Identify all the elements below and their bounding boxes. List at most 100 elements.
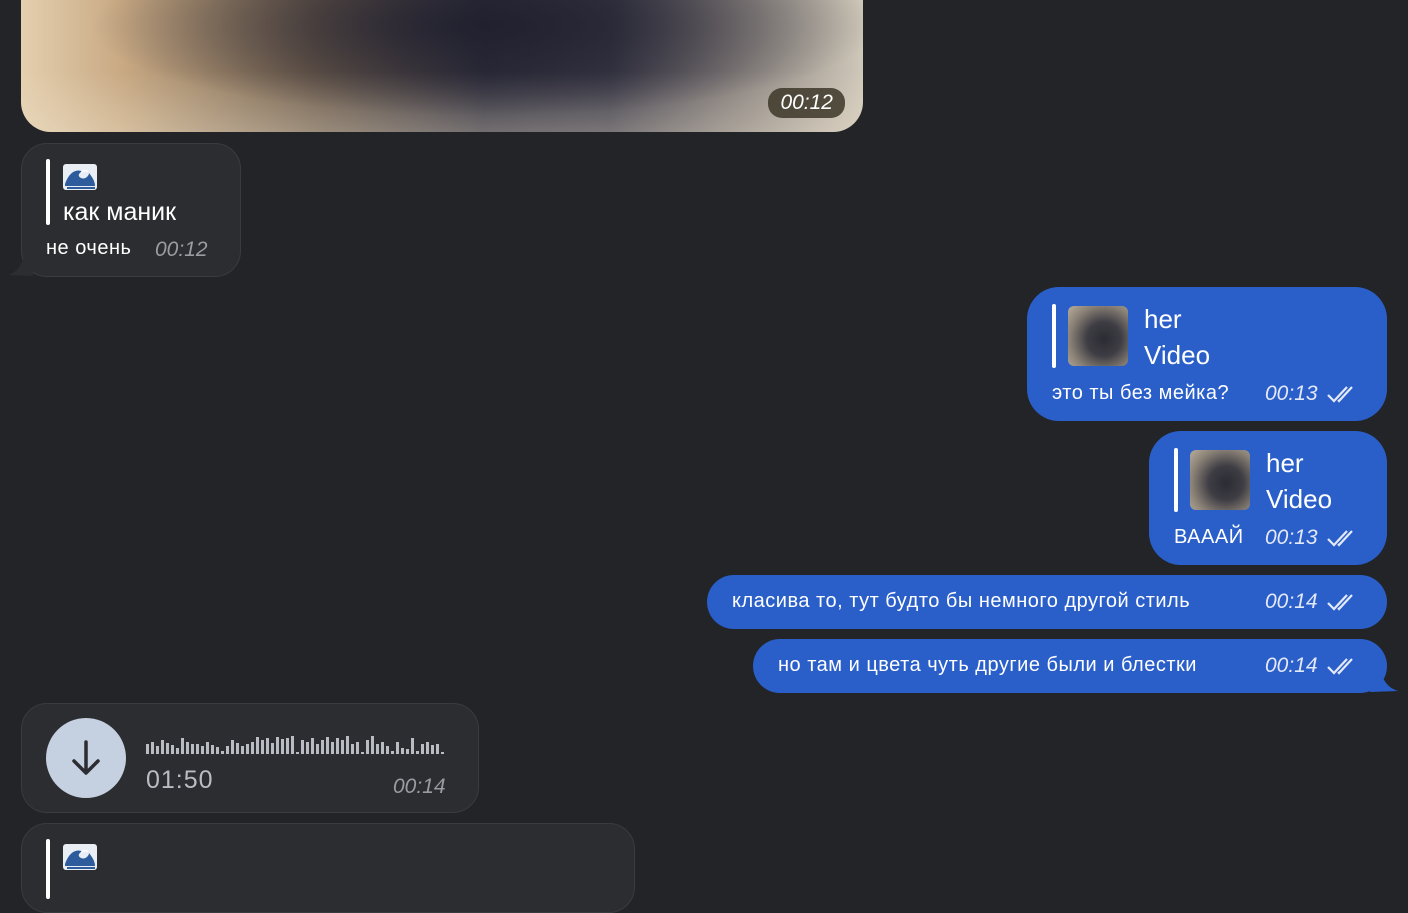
waveform-bar (361, 752, 364, 754)
waveform-bar (216, 747, 219, 754)
message-time: 00:14 (1265, 590, 1318, 613)
waveform-bar (226, 746, 229, 754)
waveform-bar (406, 749, 409, 754)
waveform-bar (421, 744, 424, 754)
waveform-bar (416, 751, 419, 754)
download-arrow-icon (72, 740, 100, 775)
double-check-icon (1327, 386, 1353, 403)
voice-message[interactable]: 01:50 00:14 (21, 703, 479, 813)
quoted-text: как маник (63, 198, 177, 226)
message-text: класива то, тут будто бы немного другой … (732, 590, 1191, 612)
waveform-bar (196, 744, 199, 754)
waveform-bar (186, 742, 189, 754)
waveform-bar (206, 742, 209, 754)
double-check-icon (1327, 594, 1353, 611)
waveform-bar (381, 742, 384, 754)
outgoing-reply-message[interactable]: her Video это ты без мейка? 00:13 (1027, 287, 1387, 421)
waveform-bar (276, 737, 279, 754)
waveform-bar (181, 738, 184, 754)
bubble-tail (9, 252, 33, 276)
waveform-bar (256, 737, 259, 754)
waveform-bar (351, 744, 354, 754)
reply-quote-bar (46, 159, 50, 225)
waveform-bar (346, 736, 349, 754)
message-text: но там и цвета чуть другие были и блестк… (778, 654, 1197, 676)
waveform-bar (356, 742, 359, 754)
wave-emoji-icon (63, 844, 97, 870)
waveform-bar (366, 740, 369, 754)
message-time: 00:14 (393, 775, 446, 798)
waveform-bar (251, 742, 254, 754)
incoming-reply-message[interactable]: как маник не очень 00:12 (21, 143, 241, 277)
outgoing-message[interactable]: но там и цвета чуть другие были и блестк… (753, 639, 1387, 693)
outgoing-reply-message[interactable]: her Video ВААAЙ 00:13 (1149, 431, 1387, 565)
message-time: 00:13 (1265, 526, 1318, 549)
message-text: ВААAЙ (1174, 526, 1244, 548)
reply-quote-bar (1174, 448, 1178, 512)
waveform-bar (341, 740, 344, 754)
quoted-type: Video (1144, 340, 1211, 370)
waveform-bar (286, 738, 289, 754)
waveform-bar (316, 744, 319, 754)
waveform-bar (156, 746, 159, 754)
video-thumbnail (1068, 306, 1128, 366)
waveform-bar (396, 742, 399, 754)
waveform-bar (336, 738, 339, 754)
reply-quote-bar (1052, 304, 1056, 368)
waveform-bar (301, 740, 304, 754)
waveform-bar (296, 752, 299, 754)
waveform-bar (176, 748, 179, 754)
quoted-author: her (1266, 448, 1304, 478)
video-thumbnail (21, 0, 863, 132)
wave-emoji-icon (63, 164, 97, 190)
waveform-bar (221, 751, 224, 754)
waveform-bar (441, 752, 444, 754)
video-thumbnail (1190, 450, 1250, 510)
waveform-bar (431, 745, 434, 754)
waveform-bar (236, 743, 239, 754)
waveform-bar (246, 744, 249, 754)
waveform-bar (271, 743, 274, 754)
waveform-bar (291, 736, 294, 754)
waveform-bar (371, 736, 374, 754)
waveform-bar (171, 745, 174, 754)
message-time: 00:12 (155, 238, 208, 261)
message-text: это ты без мейка? (1052, 382, 1230, 404)
waveform-bar (436, 744, 439, 754)
message-text: не очень (46, 237, 132, 259)
double-check-icon (1327, 658, 1353, 675)
voice-duration: 01:50 (146, 766, 214, 794)
waveform-bar (151, 742, 154, 754)
waveform-bar (321, 740, 324, 754)
message-time: 00:13 (1265, 382, 1318, 405)
double-check-icon (1327, 530, 1353, 547)
waveform-bar (261, 740, 264, 754)
bubble-tail (1370, 668, 1398, 692)
message-time: 00:12 (768, 88, 845, 118)
waveform-bar (146, 744, 149, 754)
waveform-bar (281, 739, 284, 754)
outgoing-message[interactable]: класива то, тут будто бы немного другой … (707, 575, 1387, 629)
waveform-bar (166, 743, 169, 754)
waveform-bar (311, 738, 314, 754)
reply-quote-bar (46, 839, 50, 899)
waveform-bar (211, 745, 214, 754)
quoted-type: Video (1266, 484, 1333, 514)
incoming-reply-message[interactable] (21, 823, 635, 913)
video-message[interactable]: 00:12 (21, 0, 863, 132)
quoted-author: her (1144, 304, 1182, 334)
waveform-bar (266, 738, 269, 754)
waveform-bar (306, 742, 309, 754)
waveform-bar (386, 746, 389, 754)
waveform-bar (376, 744, 379, 754)
waveform-bar (401, 748, 404, 754)
waveform-bar (411, 738, 414, 754)
download-button[interactable] (46, 718, 126, 798)
waveform-bar (426, 742, 429, 754)
message-time: 00:14 (1265, 654, 1318, 677)
waveform-bar (231, 740, 234, 754)
waveform-bar (241, 746, 244, 754)
waveform-bar (331, 742, 334, 754)
waveform-bar (391, 751, 394, 754)
voice-waveform (146, 736, 444, 754)
